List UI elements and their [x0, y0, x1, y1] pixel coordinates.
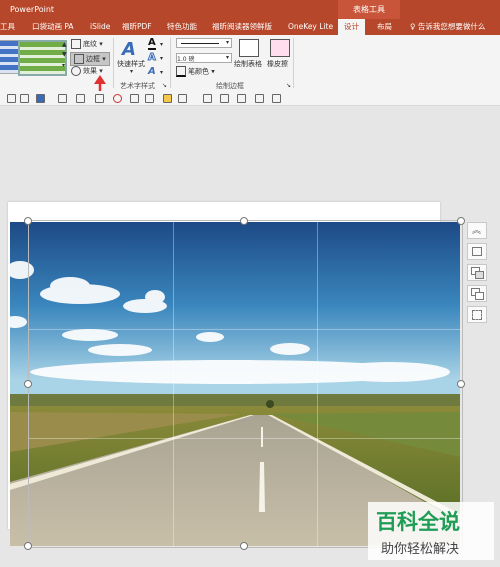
effects-icon [71, 66, 81, 76]
resize-handle-top-left[interactable] [24, 217, 32, 225]
pen-weight-label: 1.0 磅 [177, 56, 195, 63]
toolbar-icon[interactable] [58, 94, 67, 103]
photo-illustration [10, 222, 460, 546]
text-fill-dropdown[interactable]: ▾ [160, 41, 163, 48]
eraser-label: 橡皮擦 [267, 60, 288, 68]
quick-styles-icon: A [122, 39, 136, 60]
shading-button[interactable]: 底纹 ▾ [71, 39, 103, 49]
pen-color-button[interactable]: 笔颜色 ▾ [176, 66, 215, 77]
pen-icon [176, 66, 186, 77]
tell-me-search[interactable]: ♀ 告诉我您想要做什么 [410, 19, 485, 35]
draw-table-icon [239, 39, 259, 57]
ribbon-tab-bar: 工具 口袋动画 PA iSlide 福昕PDF 特色功能 福昕阅读器领鲜版 On… [0, 19, 500, 35]
toolbar-icon[interactable] [7, 94, 16, 103]
arrange-icon[interactable] [467, 264, 487, 281]
tab-layout[interactable]: 布局 [377, 19, 392, 35]
toolbar-icon[interactable] [145, 94, 154, 103]
resize-handle-top-right[interactable] [457, 217, 465, 225]
crop-icon[interactable] [467, 306, 487, 323]
wordart-group-label: 艺术字样式 [120, 82, 155, 90]
draw-table-label: 绘制表格 [234, 60, 262, 68]
effects-label: 效果 [83, 67, 97, 75]
toolbar-icon[interactable] [36, 94, 45, 103]
app-title: PowerPoint [10, 5, 55, 14]
toolbar-icon[interactable] [237, 94, 246, 103]
border-grid-icon [74, 54, 84, 64]
lightbulb-icon: ♀ [410, 22, 418, 31]
draw-borders-group-label: 绘制边框 [216, 82, 244, 90]
text-outline-icon[interactable]: A [148, 52, 157, 64]
ribbon: ▲ ▼ ▾ 底纹 ▾ 边框 ▾ 效果 ▾ A 快速样式 ▾ A A A ▾ ▾ … [0, 35, 500, 101]
layout-options-icon[interactable] [467, 243, 487, 260]
paint-bucket-icon [71, 39, 81, 49]
group-separator [293, 38, 294, 88]
toolbar-icon[interactable] [178, 94, 187, 103]
toolbar-icon[interactable] [163, 94, 172, 103]
toolbar-icon[interactable] [272, 94, 281, 103]
toolbar-icon[interactable] [76, 94, 85, 103]
shading-label: 底纹 [83, 40, 97, 48]
title-bar: PowerPoint 表格工具 [0, 0, 500, 19]
quick-styles-dropdown[interactable]: ▾ [130, 68, 133, 75]
text-outline-dropdown[interactable]: ▾ [160, 55, 163, 62]
pen-weight-dropdown[interactable]: 1.0 磅 ▾ [176, 53, 232, 63]
tab-foxit-pdf[interactable]: 福昕PDF [122, 19, 152, 35]
tab-tools[interactable]: 工具 [0, 19, 15, 35]
toolbar-icon[interactable] [220, 94, 229, 103]
tab-islide[interactable]: iSlide [90, 19, 110, 35]
pen-color-label: 笔颜色 [188, 67, 209, 76]
text-fill-icon[interactable]: A [148, 37, 156, 50]
eraser-icon [270, 39, 290, 57]
tell-me-text: 告诉我您想要做什么 [417, 22, 486, 31]
tab-special-features[interactable]: 特色功能 [167, 19, 197, 35]
tab-pocket-animation[interactable]: 口袋动画 PA [32, 19, 74, 35]
table-styles-scroll-down[interactable]: ▼ [62, 51, 67, 58]
resize-handle-bottom[interactable] [240, 542, 248, 550]
table-style-swatch-green[interactable] [18, 40, 67, 76]
toolbar-icon[interactable] [255, 94, 264, 103]
resize-handle-bottom-left[interactable] [24, 542, 32, 550]
toolbar-icon[interactable] [95, 94, 104, 103]
table-styles-more[interactable]: ▾ [62, 62, 65, 69]
road-landscape-photo[interactable] [10, 222, 460, 546]
resize-handle-top[interactable] [240, 217, 248, 225]
toolbar-icon[interactable] [130, 94, 139, 103]
context-tab-group-label: 表格工具 [338, 0, 400, 19]
resize-handle-right[interactable] [457, 380, 465, 388]
quick-access-toolbar [0, 91, 500, 106]
tab-foxit-reader[interactable]: 福昕阅读器领鲜版 [212, 19, 272, 35]
pen-style-line [181, 43, 219, 44]
quick-styles-label: 快速样式 [117, 60, 145, 68]
tab-design[interactable]: 设计 [338, 19, 365, 35]
tab-onekey-lite[interactable]: OneKey Lite [288, 19, 333, 35]
text-effects-icon[interactable]: A [148, 66, 156, 77]
wordart-dialog-launcher[interactable]: ↘ [162, 82, 167, 89]
pen-style-dropdown[interactable]: ▾ [176, 38, 232, 48]
watermark-title: 百科全说 [376, 510, 460, 534]
watermark-subtitle: 助你轻松解决 [381, 542, 460, 557]
duplicate-icon[interactable] [467, 285, 487, 302]
toolbar-icon[interactable] [20, 94, 29, 103]
border-label: 边框 [86, 55, 100, 63]
collapse-chevron-icon[interactable]: ︽ [467, 222, 487, 239]
border-button[interactable]: 边框 ▾ [70, 52, 110, 66]
toolbar-icon[interactable] [203, 94, 212, 103]
group-separator [113, 38, 114, 88]
draw-table-button[interactable]: 绘制表格 [234, 59, 262, 69]
table-styles-scroll-up[interactable]: ▲ [62, 41, 67, 48]
resize-handle-left[interactable] [24, 380, 32, 388]
eraser-button[interactable]: 橡皮擦 [267, 59, 288, 69]
toolbar-icon[interactable] [113, 94, 122, 103]
text-effects-dropdown[interactable]: ▾ [160, 69, 163, 76]
draw-borders-dialog-launcher[interactable]: ↘ [286, 82, 291, 89]
group-separator [170, 38, 171, 88]
